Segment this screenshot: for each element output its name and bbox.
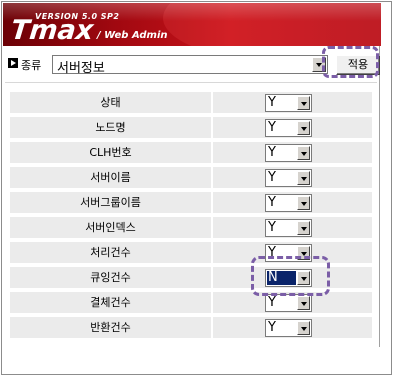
row-label: 반환건수 bbox=[10, 317, 211, 338]
content-divider bbox=[379, 46, 380, 347]
window-frame: VERSION 5.0 SP2 Tmax / Web Admin 종류 서버정보… bbox=[1, 1, 392, 375]
value-select[interactable]: Y bbox=[265, 194, 312, 212]
row-label: 노드명 bbox=[10, 117, 211, 138]
value-select[interactable]: Y bbox=[265, 169, 312, 187]
tmax-logo: Tmax bbox=[9, 15, 95, 46]
header-right-strip bbox=[382, 3, 391, 46]
value-select-text: Y bbox=[268, 145, 276, 160]
row-value-cell: Y bbox=[213, 142, 372, 163]
value-select[interactable]: Y bbox=[265, 119, 312, 137]
value-select-text: Y bbox=[268, 195, 276, 210]
value-select[interactable]: Y bbox=[265, 294, 312, 312]
apply-highlight bbox=[322, 46, 379, 78]
row-label: CLH번호 bbox=[10, 142, 211, 163]
queue-count-highlight bbox=[251, 256, 330, 296]
type-label: 종류 bbox=[21, 59, 42, 72]
value-select-text: Y bbox=[268, 295, 276, 310]
table-row: 노드명 Y bbox=[10, 116, 372, 138]
row-value-cell: Y bbox=[213, 192, 372, 213]
chevron-down-icon[interactable] bbox=[297, 321, 310, 335]
web-admin-label: / Web Admin bbox=[97, 30, 168, 41]
chevron-down-icon[interactable] bbox=[297, 296, 310, 310]
table-row: 반환건수 Y bbox=[10, 316, 372, 338]
chevron-down-icon[interactable] bbox=[297, 146, 310, 160]
row-label: 서버인덱스 bbox=[10, 217, 211, 238]
value-select[interactable]: Y bbox=[265, 144, 312, 162]
value-select-text: Y bbox=[268, 95, 276, 110]
value-select-text: Y bbox=[268, 120, 276, 135]
row-value-cell: Y bbox=[213, 217, 372, 238]
row-label: 서버이름 bbox=[10, 167, 211, 188]
value-select[interactable]: Y bbox=[265, 219, 312, 237]
row-label: 결체건수 bbox=[10, 292, 211, 313]
row-label: 처리건수 bbox=[10, 242, 211, 263]
row-label: 서버그룹이름 bbox=[10, 192, 211, 213]
chevron-down-icon[interactable] bbox=[297, 121, 310, 135]
type-select[interactable]: 서버정보 bbox=[52, 55, 328, 76]
row-value-cell: Y bbox=[213, 117, 372, 138]
table-row: 서버그룹이름 Y bbox=[10, 191, 372, 213]
value-select[interactable]: Y bbox=[265, 94, 312, 112]
table-row: CLH번호 Y bbox=[10, 141, 372, 163]
table-row: 서버이름 Y bbox=[10, 166, 372, 188]
divider bbox=[5, 82, 377, 83]
row-value-cell: Y bbox=[213, 92, 372, 113]
row-value-cell: Y bbox=[213, 317, 372, 338]
value-select-text: Y bbox=[268, 170, 276, 185]
value-select[interactable]: Y bbox=[265, 319, 312, 337]
row-label: 큐잉건수 bbox=[10, 267, 211, 288]
value-select-text: Y bbox=[268, 320, 276, 335]
bullet-arrow-icon bbox=[8, 58, 18, 68]
table-row: 상태 Y bbox=[10, 91, 372, 113]
row-label: 상태 bbox=[10, 92, 211, 113]
app-header: VERSION 5.0 SP2 Tmax / Web Admin bbox=[3, 3, 381, 46]
chevron-down-icon[interactable] bbox=[297, 221, 310, 235]
row-value-cell: Y bbox=[213, 167, 372, 188]
table-row: 서버인덱스 Y bbox=[10, 216, 372, 238]
chevron-down-icon[interactable] bbox=[297, 196, 310, 210]
type-select-value: 서버정보 bbox=[57, 61, 105, 76]
value-select-text: Y bbox=[268, 220, 276, 235]
chevron-down-icon[interactable] bbox=[297, 96, 310, 110]
chevron-down-icon[interactable] bbox=[297, 171, 310, 185]
